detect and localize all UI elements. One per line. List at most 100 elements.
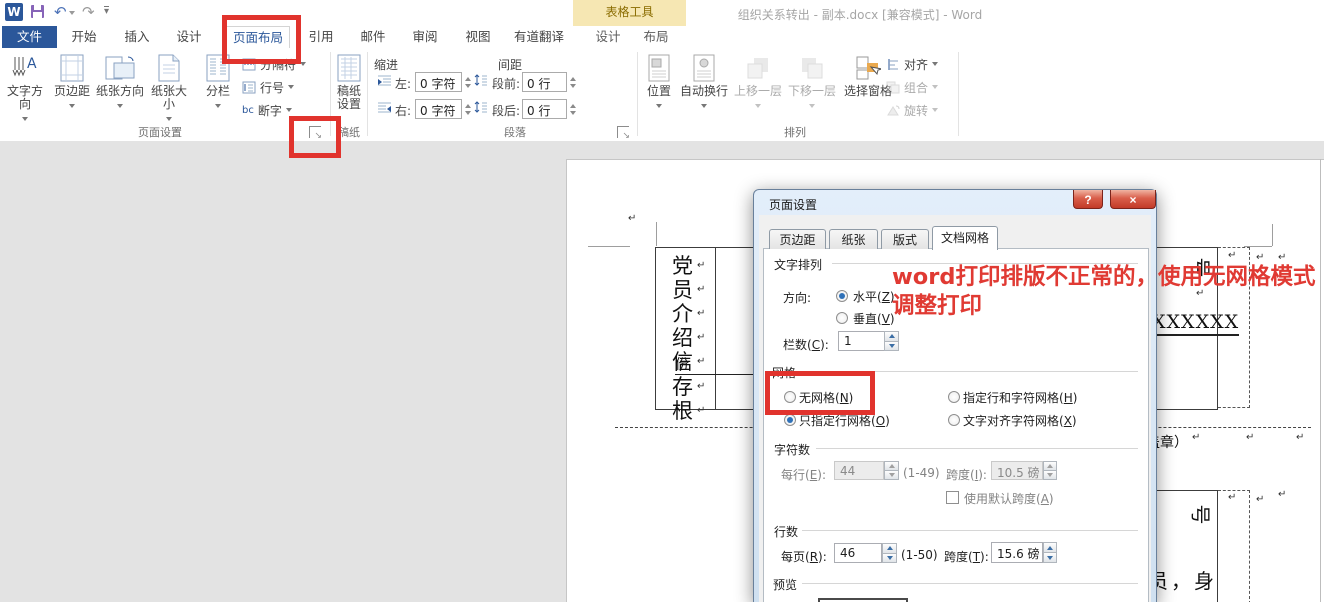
tab-home[interactable]: 开始 xyxy=(62,26,106,48)
margins-button[interactable]: 页边距 xyxy=(50,51,94,117)
text-flow-header: 文字排列 xyxy=(774,256,822,273)
highlight-box-dialog-launcher xyxy=(289,116,341,158)
radio-lines-chars-grid[interactable] xyxy=(948,391,960,403)
section-rule xyxy=(802,530,1138,531)
tab-references[interactable]: 引用 xyxy=(299,26,343,48)
space-before-stepper[interactable] xyxy=(568,72,578,92)
text-direction-button[interactable]: A 文字方向 xyxy=(2,51,48,117)
customize-qat-button[interactable]: ▾ xyxy=(104,6,109,17)
highlight-box-page-layout-tab xyxy=(222,15,301,64)
dialog-title: 页面设置 xyxy=(769,196,817,213)
dropdown-caret-icon xyxy=(22,117,28,121)
paragraph-dialog-launcher[interactable]: ↘ xyxy=(617,126,629,138)
tab-table-design[interactable]: 设计 xyxy=(586,26,630,48)
tab-file[interactable]: 文件 xyxy=(2,26,57,48)
tab-youdao-translate[interactable]: 有道翻译 xyxy=(508,26,570,48)
char-pitch-input: 10.5 磅 xyxy=(991,461,1043,480)
position-icon xyxy=(644,51,674,85)
annotation-line-1: word打印排版不正常的，使用无网格模式 xyxy=(892,263,1315,292)
columns-count-input[interactable]: 1 xyxy=(838,331,885,351)
radio-vertical[interactable] xyxy=(836,312,848,324)
line-numbers-label: 行号 xyxy=(260,79,284,96)
position-label: 位置 xyxy=(644,85,674,98)
paragraph-mark: ↵ xyxy=(1278,253,1286,263)
customize-qat-icon: ▾ xyxy=(104,6,109,17)
section-rule xyxy=(802,583,1138,584)
manuscript-setup-label-2: 设置 xyxy=(333,98,365,111)
lines-per-page-input[interactable]: 46 xyxy=(834,543,882,563)
tab-mailings[interactable]: 邮件 xyxy=(351,26,395,48)
page-right-boundary xyxy=(1320,159,1321,602)
lines-per-page-stepper[interactable] xyxy=(882,543,897,563)
indent-left-input[interactable]: 0 字符 xyxy=(415,72,462,92)
undo-button[interactable]: ↶ xyxy=(54,3,75,21)
line-pitch-input[interactable]: 15.6 磅 xyxy=(991,542,1043,563)
use-default-pitch-label[interactable]: 使用默认跨度(A) xyxy=(964,490,1054,507)
paragraph-mark: ↵ xyxy=(697,406,705,416)
space-after-label: 段后: xyxy=(492,102,520,119)
paper-size-button[interactable]: 纸张大小 xyxy=(146,51,192,117)
doc-text-fragment: 员，身 xyxy=(1148,565,1217,594)
radio-vertical-label[interactable]: 垂直(V) xyxy=(853,310,895,327)
redo-icon: ↷ xyxy=(82,3,95,21)
tab-table-layout[interactable]: 布局 xyxy=(634,26,678,48)
radio-char-align-grid[interactable] xyxy=(948,414,960,426)
doc-text-hao: 号 xyxy=(1188,505,1217,525)
hyphenation-button[interactable]: bc 断字 xyxy=(242,102,292,118)
indent-right-input[interactable]: 0 字符 xyxy=(415,99,462,119)
position-button[interactable]: 位置 xyxy=(644,51,674,117)
annotation-line-2: 调整打印 xyxy=(892,292,1315,321)
send-backward-icon xyxy=(787,51,837,85)
bring-forward-button[interactable]: 上移一层 xyxy=(733,51,783,117)
radio-char-align-grid-label[interactable]: 文字对齐字符网格(X) xyxy=(963,412,1077,429)
group-button[interactable]: 组合 xyxy=(886,79,938,95)
dialog-help-button[interactable]: ? xyxy=(1073,190,1103,209)
use-default-pitch-checkbox[interactable] xyxy=(946,491,959,504)
wrap-text-button[interactable]: 自动换行 xyxy=(678,51,730,117)
align-icon xyxy=(886,58,900,71)
radio-lines-chars-grid-label[interactable]: 指定行和字符网格(H) xyxy=(963,389,1077,406)
margins-label: 页边距 xyxy=(50,85,94,98)
paragraph-mark: ↵ xyxy=(1256,253,1264,263)
send-backward-button[interactable]: 下移一层 xyxy=(787,51,837,117)
space-before-input[interactable]: 0 行 xyxy=(522,72,567,92)
dialog-tab-margins[interactable]: 页边距 xyxy=(769,229,826,249)
group-separator xyxy=(958,52,959,136)
line-numbers-button[interactable]: 行号 xyxy=(242,79,294,95)
group-label: 组合 xyxy=(904,79,928,96)
dropdown-caret-icon xyxy=(932,108,938,112)
page-setup-group-label: 页面设置 xyxy=(60,124,260,140)
space-after-stepper[interactable] xyxy=(568,99,578,119)
columns-count-stepper[interactable] xyxy=(884,331,899,351)
dialog-close-button[interactable]: × xyxy=(1110,190,1156,209)
char-pitch-stepper xyxy=(1043,461,1057,480)
save-button[interactable] xyxy=(30,4,45,19)
columns-label: 分栏 xyxy=(198,85,238,98)
radio-horizontal-label[interactable]: 水平(Z) xyxy=(853,288,895,305)
tab-insert[interactable]: 插入 xyxy=(115,26,159,48)
tab-design[interactable]: 设计 xyxy=(167,26,211,48)
hyphenation-label: 断字 xyxy=(258,102,282,119)
dialog-tab-paper[interactable]: 纸张 xyxy=(829,229,878,249)
rotate-icon xyxy=(886,104,900,117)
dialog-tab-layout[interactable]: 版式 xyxy=(881,229,929,249)
redo-button[interactable]: ↷ xyxy=(82,3,95,21)
dialog-tab-document-grid[interactable]: 文档网格 xyxy=(932,226,998,250)
orientation-button[interactable]: 纸张方向 xyxy=(96,51,144,117)
direction-label: 方向: xyxy=(783,289,811,306)
align-button[interactable]: 对齐 xyxy=(886,56,938,72)
rotate-button[interactable]: 旋转 xyxy=(886,102,938,118)
line-pitch-stepper[interactable] xyxy=(1043,542,1057,563)
indent-left-stepper[interactable] xyxy=(463,72,473,92)
crop-mark xyxy=(1272,224,1273,246)
radio-lines-only-grid[interactable] xyxy=(784,414,796,426)
tab-review[interactable]: 审阅 xyxy=(403,26,447,48)
group-icon xyxy=(886,81,900,94)
chars-range-label: (1-49) xyxy=(903,466,940,480)
indent-right-stepper[interactable] xyxy=(463,99,473,119)
launcher-arrow-icon: ↘ xyxy=(622,132,630,141)
tab-view[interactable]: 视图 xyxy=(456,26,500,48)
space-after-input[interactable]: 0 行 xyxy=(522,99,567,119)
radio-horizontal[interactable] xyxy=(836,290,848,302)
manuscript-setup-button[interactable]: 稿纸 设置 xyxy=(333,51,365,117)
